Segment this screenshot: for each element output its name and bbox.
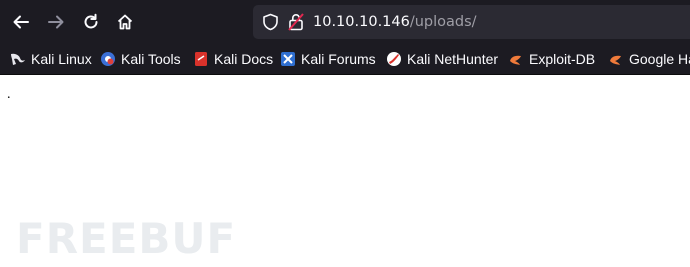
kali-tools-icon bbox=[101, 52, 115, 66]
url-text[interactable]: 10.10.10.146/uploads/ bbox=[313, 13, 477, 31]
page-body-text: . bbox=[7, 87, 11, 102]
freebuf-watermark: FREEBUF bbox=[16, 214, 237, 263]
insecure-lock-icon[interactable] bbox=[288, 13, 304, 31]
url-bar[interactable]: 10.10.10.146/uploads/ bbox=[253, 5, 690, 39]
exploit-db-icon bbox=[510, 55, 521, 65]
exploit-db-icon bbox=[610, 55, 621, 65]
back-arrow-icon bbox=[13, 15, 29, 29]
bookmark-kali-tools[interactable]: Kali Tools bbox=[100, 50, 181, 68]
kali-forums-icon bbox=[281, 52, 295, 66]
bookmarks-toolbar: Kali Linux Kali Tools Kali Docs Kali For… bbox=[0, 44, 690, 75]
browser-toolbar: 10.10.10.146/uploads/ bbox=[0, 0, 690, 44]
url-host: 10.10.10.146 bbox=[313, 14, 410, 30]
bookmark-google-hacking[interactable]: Google Ha bbox=[608, 50, 690, 68]
bookmark-kali-docs[interactable]: Kali Docs bbox=[193, 50, 273, 68]
kali-docs-icon bbox=[195, 52, 207, 66]
reload-icon bbox=[84, 13, 98, 29]
home-button[interactable] bbox=[111, 8, 139, 36]
home-icon bbox=[117, 14, 133, 30]
forward-button[interactable] bbox=[42, 8, 70, 36]
bookmark-kali-nethunter[interactable]: Kali NetHunter bbox=[386, 50, 498, 68]
bookmark-label: Kali Docs bbox=[214, 51, 274, 67]
back-button[interactable] bbox=[7, 8, 35, 36]
bookmark-label: Google Ha bbox=[629, 51, 690, 67]
kali-dragon-icon bbox=[11, 53, 25, 65]
bookmark-label: Kali Tools bbox=[121, 51, 181, 67]
bookmark-kali-linux[interactable]: Kali Linux bbox=[10, 50, 92, 68]
bookmark-exploit-db[interactable]: Exploit-DB bbox=[508, 50, 595, 68]
bookmark-label: Kali NetHunter bbox=[407, 51, 499, 67]
bookmark-label: Kali Linux bbox=[31, 51, 92, 67]
nethunter-icon bbox=[387, 52, 401, 66]
bookmark-label: Exploit-DB bbox=[529, 51, 596, 67]
bookmark-label: Kali Forums bbox=[301, 51, 376, 67]
bookmark-kali-forums[interactable]: Kali Forums bbox=[280, 50, 376, 68]
reload-button[interactable] bbox=[77, 8, 105, 36]
shield-icon[interactable] bbox=[262, 13, 279, 31]
url-path: /uploads/ bbox=[409, 14, 477, 30]
forward-arrow-icon bbox=[48, 15, 64, 29]
